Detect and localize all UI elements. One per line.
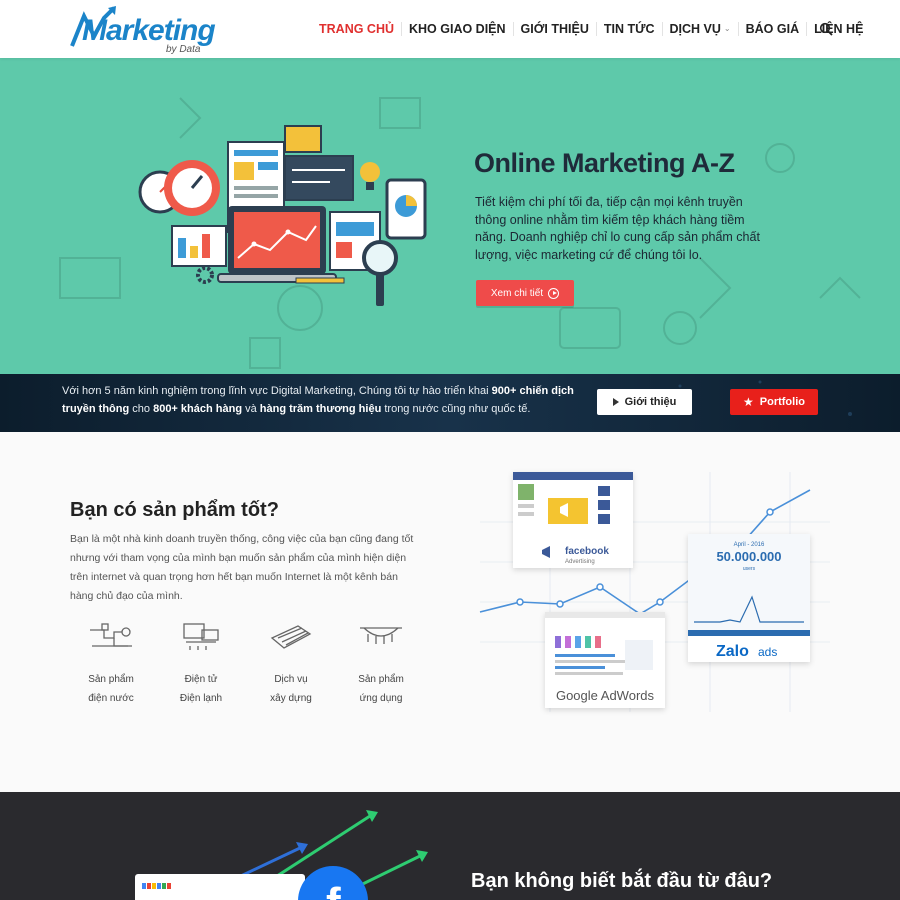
product-title: Bạn có sản phẩm tốt? [70, 499, 279, 521]
service-application-line2: ứng dụng [359, 693, 403, 704]
intro-text-part-2: cho [129, 403, 154, 415]
play-icon [612, 398, 619, 406]
service-label-plumbing: Sản phẩm điện nước [66, 670, 156, 708]
nav-home-label: TRANG CHỦ [319, 22, 394, 36]
hero-section: Online Marketing A-Z Tiết kiệm chi phí t… [0, 58, 900, 374]
nav-pricing[interactable]: BÁO GIÁ [739, 22, 808, 36]
nav-news[interactable]: TIN TỨC [597, 22, 663, 36]
logo-subtext: by Data [166, 44, 201, 55]
svg-text:f: f [326, 879, 341, 900]
service-construction-line2: xây dựng [270, 693, 312, 704]
facebook-ad-sublabel: Advertising [565, 559, 595, 565]
search-icon[interactable] [819, 22, 833, 36]
service-electronics-line2: Điện lạnh [179, 693, 223, 704]
nav-news-label: TIN TỨC [603, 22, 655, 36]
service-application-line1: Sản phẩm [358, 674, 404, 685]
nav-about-label: GIỚI THIỆU [520, 22, 589, 36]
intro-text-part-4: trong nước cũng như quốc tế. [381, 403, 531, 415]
portfolio-button[interactable]: ★ Portfolio [730, 389, 818, 415]
introduction-button-label: Giới thiệu [624, 396, 677, 408]
service-item-application[interactable]: Sản phẩm ứng dụng [336, 620, 426, 710]
nav-templates[interactable]: KHO GIAO DIỆN [402, 22, 514, 36]
google-adwords-label: Google AdWords [556, 688, 655, 703]
product-section: Bạn có sản phẩm tốt? Bạn là một nhà kinh… [0, 432, 900, 792]
service-item-electronics[interactable]: Điện tử Điện lạnh [156, 620, 246, 710]
intro-text-part-1: Với hơn 5 năm kinh nghiệm trong lĩnh vực… [62, 385, 492, 397]
chevron-down-icon: ⌄ [723, 24, 731, 33]
service-construction-line1: Dịch vụ [274, 674, 308, 685]
intro-highlight-clients: 800+ khách hàng [153, 403, 243, 415]
nav-home[interactable]: TRANG CHỦ [312, 22, 402, 36]
nav-services[interactable]: DỊCH VỤ ⌄ [663, 22, 739, 36]
ads-platform-illustration: facebook Advertising April - 2016 50.000… [479, 472, 830, 712]
service-electronics-line1: Điện tử [184, 674, 218, 685]
start-section: f Bạn không biết bắt đầu từ đâu? [0, 792, 900, 900]
nav-services-label: DỊCH VỤ [669, 22, 721, 36]
portfolio-button-label: Portfolio [759, 396, 805, 408]
nav-templates-label: KHO GIAO DIỆN [409, 22, 506, 36]
nav-pricing-label: BÁO GIÁ [745, 22, 800, 36]
start-section-title: Bạn không biết bắt đầu từ đâu? [471, 870, 773, 892]
site-header: Marketing by Data TRANG CHỦ KHO GIAO DIỆ… [0, 0, 900, 58]
logo-text: Marketing [82, 14, 216, 47]
play-circle-icon [548, 287, 560, 299]
facebook-ad-label: facebook [565, 546, 609, 557]
service-item-plumbing[interactable]: Sản phẩm điện nước [66, 620, 156, 710]
service-label-application: Sản phẩm ứng dụng [336, 670, 426, 708]
nav-about[interactable]: GIỚI THIỆU [514, 22, 597, 36]
introduction-button[interactable]: Giới thiệu [597, 389, 692, 415]
start-illustration: f [135, 810, 428, 900]
main-nav: TRANG CHỦ KHO GIAO DIỆN GIỚI THIỆU TIN T… [312, 22, 870, 36]
service-item-construction[interactable]: Dịch vụ xây dựng [246, 620, 336, 710]
intro-strip: Với hơn 5 năm kinh nghiệm trong lĩnh vực… [0, 374, 900, 432]
zalo-label: Zalo [716, 643, 749, 660]
intro-text: Với hơn 5 năm kinh nghiệm trong lĩnh vực… [62, 382, 582, 418]
service-label-electronics: Điện tử Điện lạnh [156, 670, 246, 708]
nav-contact[interactable]: LIÊN HỆ [807, 22, 870, 36]
service-plumbing-line2: điện nước [88, 693, 134, 704]
construction-icon [270, 625, 312, 649]
plumbing-icon [90, 623, 132, 647]
zalo-user-unit: users [743, 566, 756, 572]
intro-text-part-3: và [242, 403, 260, 415]
site-logo[interactable]: Marketing by Data [70, 6, 220, 55]
zalo-ads-label: ads [758, 645, 777, 659]
view-details-label: Xem chi tiết [490, 287, 544, 299]
electronics-icon [183, 623, 219, 650]
zalo-user-count: 50.000.000 [716, 549, 781, 564]
service-label-construction: Dịch vụ xây dựng [246, 670, 336, 708]
hero-title: Online Marketing A-Z [474, 148, 735, 178]
view-details-button[interactable]: Xem chi tiết [476, 280, 574, 306]
hero-illustration [138, 125, 427, 306]
hero-description: Tiết kiệm chi phí tối đa, tiếp cận mọi k… [475, 195, 760, 262]
application-icon [360, 627, 402, 644]
service-plumbing-line1: Sản phẩm [88, 674, 134, 685]
service-list: Sản phẩm điện nước Điện tử Điện lạnh Dịch … [66, 620, 436, 710]
zalo-date: April - 2016 [734, 542, 765, 548]
intro-highlight-brands: hàng trăm thương hiệu [259, 403, 382, 415]
star-icon: ★ [743, 395, 754, 409]
product-description: Bạn là một nhà kinh doanh truyền thống, … [70, 533, 414, 602]
